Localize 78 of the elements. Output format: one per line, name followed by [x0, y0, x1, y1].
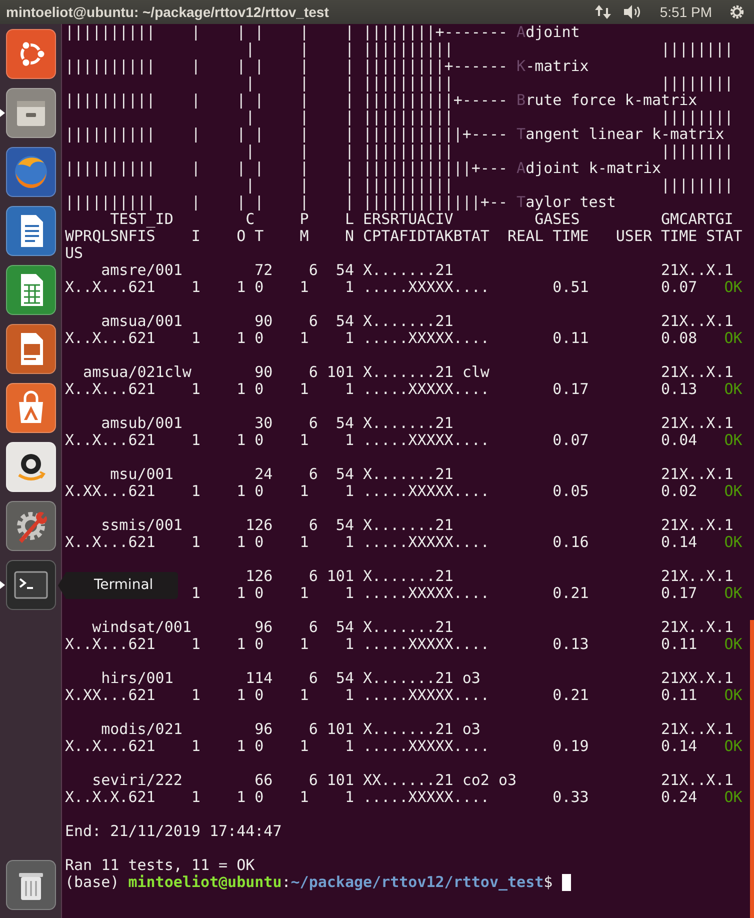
terminal-line: | | | |||||||||| ||||||||: [246, 143, 734, 160]
flags-text: 21X..X.1: [661, 313, 734, 330]
command-prompt: (base) mintoeliot@ubuntu:~/package/rttov12/rttov_test$: [65, 874, 553, 891]
launcher-button[interactable]: [6, 383, 56, 433]
power-icon[interactable]: [728, 3, 746, 21]
terminal-line: 126 6 101 X.......21: [246, 568, 454, 585]
terminal-line: Ran 11 tests, 11 = OK: [65, 857, 255, 874]
terminal-line: modis/021 96 6 101 X.......21 o3: [101, 721, 480, 738]
status-text: OK: [724, 381, 744, 398]
flags-text: 21X..X.1: [661, 772, 734, 789]
flags-text: 21X..X.1: [661, 568, 734, 585]
terminal-line: X..X...621 1 1 0 1 1 .....XXXXX.... 0.51 0.07: [65, 279, 698, 296]
terminal-line: |||||||||| | | | | | |||||||||+------ K-matrix: [65, 58, 589, 75]
status-text: OK: [724, 534, 744, 551]
flags-text: 21X..X.1: [661, 415, 734, 432]
terminal-line: X..X...621 1 1 0 1 1 .....XXXXX.... 0.07 0.04: [65, 432, 698, 449]
terminal-line: X.XX...621 1 1 0 1 1 .....XXXXX.... 0.21 0.11: [65, 687, 698, 704]
terminal-line: | | | |||||||||| ||||||||: [246, 75, 734, 92]
terminal-line: ssmis/001 126 6 54 X.......21: [101, 517, 454, 534]
terminal-line: X..X...621 1 1 0 1 1 .....XXXXX.... 0.17 0.13: [65, 381, 698, 398]
network-arrows-icon[interactable]: [594, 3, 612, 21]
launcher-button[interactable]: [6, 147, 56, 197]
status-text: OK: [724, 432, 744, 449]
terminal-line: X..X.X.621 1 1 0 1 1 .....XXXXX.... 0.33 0.24: [65, 789, 698, 806]
status-text: OK: [724, 585, 744, 602]
clock-text[interactable]: 5:51 PM: [660, 4, 712, 20]
status-text: OK: [724, 738, 744, 755]
tooltip: Terminal: [58, 572, 178, 599]
terminal-line: | | | |||||||||| ||||||||: [246, 177, 734, 194]
terminal-line: |||||||||| | | | | | ||||||||||+----- Brute force k-matrix: [65, 92, 698, 109]
terminal-line: amsua/021clw 90 6 101 X.......21 clw: [83, 364, 490, 381]
terminal-line: | | | |||||||||| ||||||||: [246, 41, 734, 58]
scrollbar[interactable]: [750, 620, 754, 918]
launcher-button[interactable]: [6, 860, 56, 910]
terminal-line: |||||||||| | | | | | |||||||||||||+-- Taylor test: [65, 194, 616, 211]
status-text: OK: [724, 279, 744, 296]
launcher-button[interactable]: [6, 206, 56, 256]
launcher-button[interactable]: [6, 442, 56, 492]
terminal-line: hirs/001 114 6 54 X.......21 o3: [101, 670, 480, 687]
status-text: OK: [724, 483, 744, 500]
launcher-button[interactable]: [6, 29, 56, 79]
terminal-line: X..X...621 1 1 0 1 1 .....XXXXX.... 0.13 0.11: [65, 636, 698, 653]
terminal-line: msu/001 24 6 54 X.......21: [110, 466, 454, 483]
launcher-button[interactable]: [6, 501, 56, 551]
text-cursor: [562, 874, 571, 891]
launcher-button[interactable]: [6, 88, 56, 138]
flags-text: 21X..X.1: [661, 619, 734, 636]
flags-text: 21XX.X.1: [661, 670, 734, 687]
flags-text: 21X..X.1: [661, 262, 734, 279]
terminal-line: amsua/001 90 6 54 X.......21: [101, 313, 454, 330]
flags-text: 21X..X.1: [661, 466, 734, 483]
flags-text: 21X..X.1: [661, 364, 734, 381]
terminal-line: X.XX...621 1 1 0 1 1 .....XXXXX.... 0.05 0.02: [65, 483, 698, 500]
terminal-line: amsre/001 72 6 54 X.......21: [101, 262, 454, 279]
terminal-line: |||||||||| | | | | | ||||||||||||+--- Adjoint k-matrix: [65, 160, 662, 177]
flags-text: 21X..X.1: [661, 517, 734, 534]
terminal-line: WPRQLSNFIS I O T M N CPTAFIDTAKBTAT REAL TIME USER TIME STAT: [65, 228, 742, 245]
terminal-line: amsub/001 30 6 54 X.......21: [101, 415, 454, 432]
status-text: OK: [724, 636, 744, 653]
terminal-line: TEST_ID C P L ERSRTUACIV GASES GMCARTGI: [110, 211, 734, 228]
flags-text: 21X..X.1: [661, 721, 734, 738]
terminal-line: End: 21/11/2019 17:44:47: [65, 823, 282, 840]
window-title: mintoeliot@ubuntu: ~/package/rttov12/rttov_test: [6, 4, 329, 20]
terminal-line: X..X...621 1 1 0 1 1 .....XXXXX.... 0.16 0.14: [65, 534, 698, 551]
status-text: OK: [724, 330, 744, 347]
terminal-line: X..X...621 1 1 0 1 1 .....XXXXX.... 0.11 0.08: [65, 330, 698, 347]
terminal-line: | | | |||||||||| ||||||||: [246, 109, 734, 126]
terminal-line: 1 1 0 1 1 .....XXXXX.... 0.21 0.17: [191, 585, 698, 602]
terminal-line: X..X...621 1 1 0 1 1 .....XXXXX.... 0.19 0.14: [65, 738, 698, 755]
terminal-line: windsat/001 96 6 54 X.......21: [92, 619, 454, 636]
launcher-button[interactable]: [6, 265, 56, 315]
status-text: OK: [724, 789, 744, 806]
terminal-line: US: [65, 245, 84, 262]
terminal-line: seviri/222 66 6 101 XX......21 co2 o3: [92, 772, 517, 789]
status-text: OK: [724, 687, 744, 704]
terminal-line: |||||||||| | | | | | ||||||||+------- Adjoint: [65, 24, 580, 41]
launcher-button[interactable]: [6, 324, 56, 374]
terminal-line: |||||||||| | | | | | |||||||||||+---- Tangent linear k-matrix: [65, 126, 724, 143]
